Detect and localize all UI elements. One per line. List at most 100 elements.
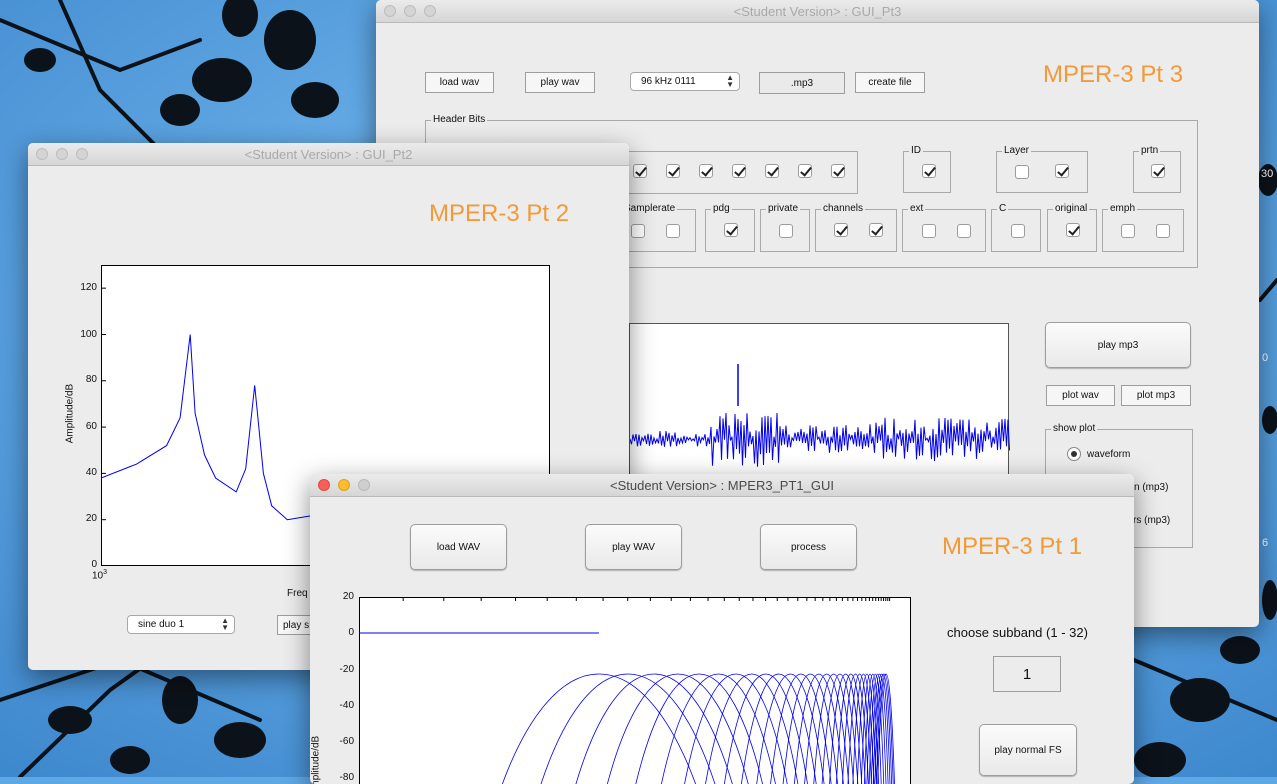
y-tick: 100 [69,329,97,340]
sync-checkbox-4[interactable] [732,164,746,178]
waveform-plot [629,323,1009,483]
subband-curve [682,674,790,784]
plot-mp3-button[interactable]: plot mp3 [1121,385,1191,406]
sync-checkbox-3[interactable] [699,164,713,178]
original-label: original [1053,203,1089,215]
format-select-value: 96 kHz 0111 [641,76,696,87]
y-axis-label: Amplitude/dB [311,726,322,784]
private-label: private [766,203,800,215]
format-select[interactable]: 96 kHz 0111 ▲▼ [630,72,740,91]
edge-tick-2: 0 [1262,352,1268,364]
subband-curve [604,674,752,784]
chevron-updown-icon: ▲▼ [221,617,229,631]
sync-checkbox-5[interactable] [765,164,779,178]
play-wav-button[interactable]: play WAV [585,524,682,570]
load-wav-button[interactable]: load wav [425,72,494,93]
prtn-label: prtn [1139,145,1160,157]
plot-wav-button[interactable]: plot wav [1046,385,1115,406]
subband-curve [498,674,700,784]
emph-group: emph [1102,209,1184,252]
y-axis-label: Amplitude/dB [65,374,76,454]
layer-checkbox-1[interactable] [1015,165,1029,179]
titlebar: <Student Version> : MPER3_PT1_GUI [310,474,1134,497]
y-tick: -20 [326,664,354,675]
window-mper3-pt1: <Student Version> : MPER3_PT1_GUI MPER-3… [310,474,1134,784]
x-tick-exp: 3 [103,569,107,576]
ext-checkbox-2[interactable] [957,224,971,238]
titlebar: <Student Version> : GUI_Pt2 [28,143,629,166]
waveform-line [630,413,1010,467]
emph-checkbox-2[interactable] [1156,224,1170,238]
extension-field[interactable]: .mp3 [759,72,845,94]
header-bits-label: Header Bits [431,114,487,126]
waveform-svg [630,324,1010,484]
channels-group: channels [815,209,897,252]
y-tick: -40 [326,700,354,711]
pdg-checkbox[interactable] [724,223,738,237]
play-button-label: play s [283,620,309,631]
samplerate-label: Samplerate [622,203,677,215]
load-wav-button[interactable]: load WAV [410,524,507,570]
ext-group: ext [902,209,986,252]
filterbank-svg [359,597,911,784]
sync-checkbox-2[interactable] [666,164,680,178]
channels-label: channels [821,203,865,215]
original-checkbox[interactable] [1066,223,1080,237]
process-button[interactable]: process [760,524,857,570]
subband-curve [537,674,719,784]
signal-select[interactable]: sine duo 1 ▲▼ [127,615,235,634]
subband-curve [633,674,766,784]
id-label: ID [909,145,923,157]
play-normal-fs-button[interactable]: play normal FS [979,724,1077,776]
sync-checkbox-7[interactable] [831,164,845,178]
window-title: <Student Version> : GUI_Pt3 [376,4,1259,19]
sync-checkbox-1[interactable] [633,164,647,178]
sync-checkbox-6[interactable] [798,164,812,178]
y-tick: -60 [326,736,354,747]
prtn-checkbox[interactable] [1151,164,1165,178]
y-tick: 20 [326,591,354,602]
window-title: <Student Version> : GUI_Pt2 [28,147,629,162]
y-tick: -80 [326,772,354,783]
page-title: MPER-3 Pt 3 [1043,61,1183,89]
channels-checkbox-1[interactable] [834,223,848,237]
layer-group: Layer [996,151,1088,193]
page-title: MPER-3 Pt 1 [942,533,1082,561]
ext-label: ext [908,203,925,215]
radio-2-label: n (mp3) [1134,482,1168,493]
pdg-label: pdg [711,203,732,215]
c-label: C [997,203,1008,215]
subband-input[interactable]: 1 [993,656,1061,692]
samplerate-checkbox-1[interactable] [631,224,645,238]
edge-tick-1: 30 [1261,168,1273,180]
x-axis-label: Freq [287,588,308,599]
y-tick: 20 [69,513,97,524]
layer-checkbox-2[interactable] [1055,164,1069,178]
channels-checkbox-2[interactable] [869,223,883,237]
y-tick: 120 [69,282,97,293]
edge-tick-3: 6 [1262,537,1268,549]
samplerate-checkbox-2[interactable] [666,224,680,238]
c-checkbox[interactable] [1011,224,1025,238]
subband-curve [703,674,800,784]
show-plot-label: show plot [1051,423,1097,435]
subband-label: choose subband (1 - 32) [947,625,1088,640]
y-tick: 0 [326,627,354,638]
ext-checkbox-1[interactable] [922,224,936,238]
y-tick: 40 [69,467,97,478]
play-wav-button[interactable]: play wav [525,72,595,93]
emph-label: emph [1108,203,1137,215]
play-mp3-button[interactable]: play mp3 [1045,322,1191,368]
radio-3-label: rs (mp3) [1133,515,1170,526]
window-title: <Student Version> : MPER3_PT1_GUI [310,478,1134,493]
titlebar: <Student Version> : GUI_Pt3 [376,0,1259,23]
filterbank-plot [359,597,911,784]
id-checkbox[interactable] [922,164,936,178]
page-title: MPER-3 Pt 2 [429,200,569,228]
waveform-radio[interactable] [1067,447,1081,461]
emph-checkbox-1[interactable] [1121,224,1135,238]
subband-curve [572,674,736,784]
subband-curve [869,674,887,784]
create-file-button[interactable]: create file [855,72,925,93]
private-checkbox[interactable] [779,224,793,238]
